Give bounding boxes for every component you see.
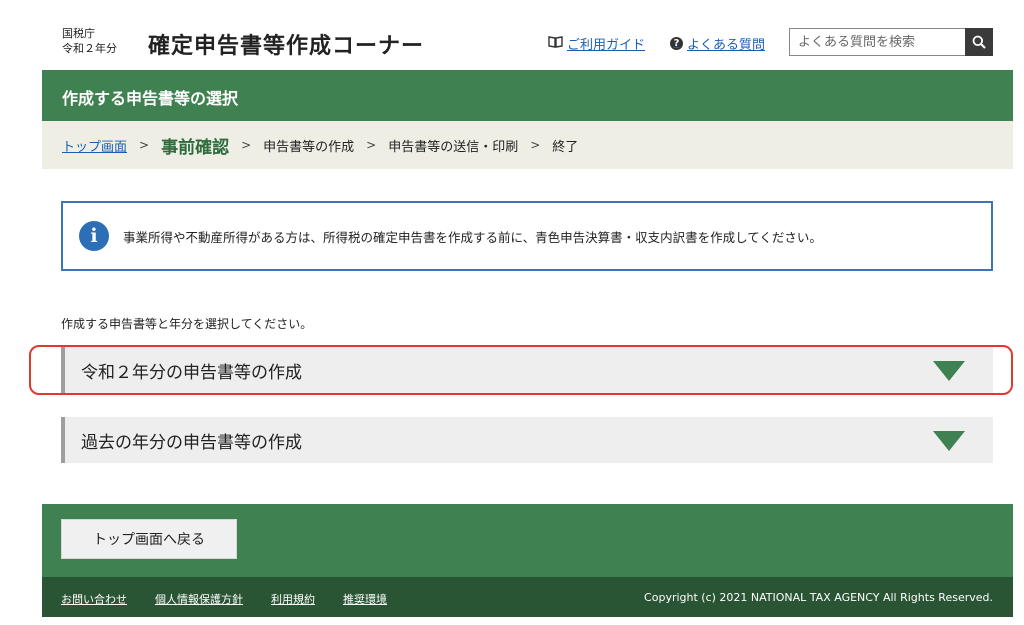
breadcrumb-step-send: 申告書等の送信・印刷	[388, 139, 519, 155]
breadcrumb-step-end: 終了	[552, 139, 579, 155]
site-footer: お問い合わせ 個人情報保護方針 利用規約 推奨環境 Copyright (c) …	[42, 577, 1013, 617]
page-title: 作成する申告書等の選択	[62, 89, 239, 108]
site-header: 国税庁 令和２年分 確定申告書等作成コーナー ご利用ガイド ? よくある質問	[0, 0, 1024, 68]
search-icon	[972, 35, 986, 49]
search-button[interactable]	[965, 28, 993, 56]
back-to-top-button[interactable]: トップ画面へ戻る	[61, 519, 237, 559]
breadcrumb-top-link[interactable]: トップ画面	[62, 140, 127, 155]
breadcrumb-current: 事前確認	[161, 137, 230, 158]
footer-link-terms[interactable]: 利用規約	[271, 591, 315, 607]
faq-search	[789, 28, 993, 56]
agency-name: 国税庁	[62, 27, 95, 40]
faq-link-label: よくある質問	[687, 38, 766, 53]
faq-link[interactable]: ? よくある質問	[670, 34, 765, 53]
guide-link[interactable]: ご利用ガイド	[548, 34, 645, 53]
footer-links: お問い合わせ 個人情報保護方針 利用規約 推奨環境	[61, 591, 387, 607]
tax-year: 令和２年分	[62, 42, 117, 55]
accordion-current-year[interactable]: 令和２年分の申告書等の作成	[61, 347, 993, 393]
footer-link-environment[interactable]: 推奨環境	[343, 591, 387, 607]
site-title: 確定申告書等作成コーナー	[148, 34, 425, 59]
accordion-label: 過去の年分の申告書等の作成	[81, 432, 302, 453]
guide-link-label: ご利用ガイド	[567, 38, 646, 53]
triangle-down-icon	[933, 431, 965, 451]
accordion-label: 令和２年分の申告書等の作成	[81, 362, 302, 383]
breadcrumb-separator: >	[241, 138, 252, 152]
footer-link-privacy[interactable]: 個人情報保護方針	[155, 591, 243, 607]
breadcrumb-separator: >	[366, 138, 377, 152]
agency-label: 国税庁 令和２年分	[62, 26, 117, 56]
page-title-band: 作成する申告書等の選択	[42, 70, 1013, 121]
copyright: Copyright (c) 2021 NATIONAL TAX AGENCY A…	[644, 591, 993, 604]
footer-action-bar: トップ画面へ戻る	[42, 504, 1013, 577]
triangle-down-icon	[933, 361, 965, 381]
search-input[interactable]	[789, 28, 965, 56]
breadcrumb: トップ画面 > 事前確認 > 申告書等の作成 > 申告書等の送信・印刷 > 終了	[42, 121, 1013, 169]
breadcrumb-separator: >	[530, 138, 541, 152]
info-icon: i	[79, 221, 109, 251]
book-icon	[548, 35, 563, 52]
breadcrumb-separator: >	[139, 138, 150, 152]
info-notice: i 事業所得や不動産所得がある方は、所得税の確定申告書を作成する前に、青色申告決…	[61, 201, 993, 271]
instruction-text: 作成する申告書等と年分を選択してください。	[61, 317, 313, 331]
notice-text: 事業所得や不動産所得がある方は、所得税の確定申告書を作成する前に、青色申告決算書…	[123, 229, 822, 245]
accordion-past-years[interactable]: 過去の年分の申告書等の作成	[61, 417, 993, 463]
question-icon: ?	[670, 37, 683, 50]
breadcrumb-step-create: 申告書等の作成	[263, 139, 355, 155]
footer-link-contact[interactable]: お問い合わせ	[61, 591, 127, 607]
